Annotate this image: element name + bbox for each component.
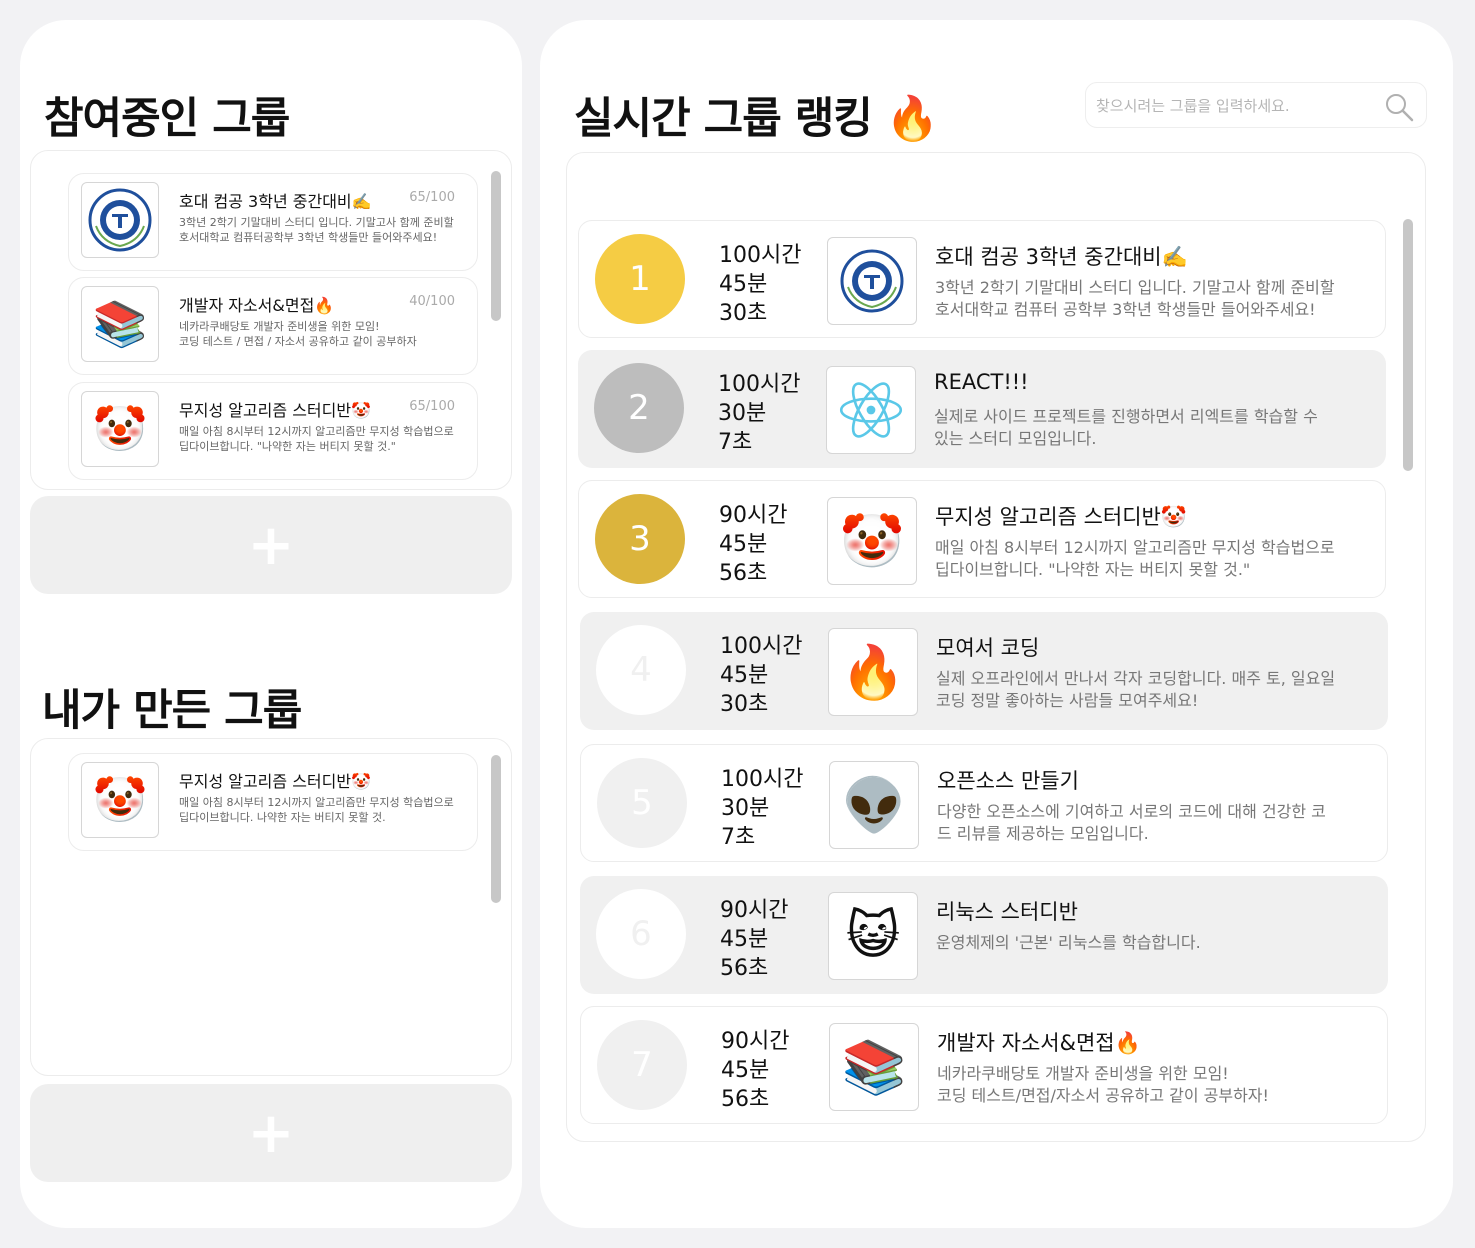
study-time: 100시간 45분 30초 bbox=[719, 243, 802, 326]
list-item[interactable]: 호대 컴공 3학년 중간대비✍️ 65/100 3학년 2학기 기말대비 스터디… bbox=[68, 173, 478, 271]
member-count: 40/100 bbox=[409, 294, 455, 309]
group-name: 무지성 알고리즘 스터디반🤡 bbox=[179, 401, 372, 420]
clown-icon: 🤡 bbox=[81, 391, 159, 467]
ranking-scrollbar[interactable] bbox=[1403, 219, 1413, 471]
cat-icon: 😺 bbox=[828, 892, 918, 980]
group-name: 개발자 자소서&면접🔥 bbox=[937, 1031, 1141, 1055]
group-description: 다양한 오픈소스에 기여하고 서로의 코드에 대해 건강한 코 드 리뷰를 제공… bbox=[937, 802, 1326, 843]
ranking-row-2[interactable]: 2 100시간 30분 7초 REACT!!! 실제로 사이드 프로젝트를 진행… bbox=[578, 350, 1386, 468]
university-emblem-icon bbox=[827, 237, 917, 325]
group-description: 실제로 사이드 프로젝트를 진행하면서 리엑트를 학습할 수 있는 스터디 모임… bbox=[934, 407, 1318, 448]
left-panel: 참여중인 그룹 호대 컴공 3학년 중간대비✍️ 65/100 3학년 2학기 … bbox=[20, 20, 522, 1228]
study-time: 100시간 30분 7초 bbox=[721, 767, 804, 850]
group-name: REACT!!! bbox=[934, 370, 1029, 394]
my-groups-title: 내가 만든 그룹 bbox=[42, 686, 302, 736]
group-description: 네카라쿠배당토 개발자 준비생을 위한 모임! 코딩 테스트/면접/자소서 공유… bbox=[937, 1064, 1269, 1105]
group-description: 매일 아침 8시부터 12시까지 알고리즘만 무지성 학습법으로 딥다이브합니다… bbox=[179, 425, 454, 453]
my-list-scrollbar[interactable] bbox=[491, 755, 501, 903]
joined-groups-list[interactable]: 호대 컴공 3학년 중간대비✍️ 65/100 3학년 2학기 기말대비 스터디… bbox=[30, 150, 512, 490]
group-name: 호대 컴공 3학년 중간대비✍️ bbox=[935, 245, 1188, 269]
react-atom-icon bbox=[826, 366, 916, 454]
study-time: 90시간 45분 56초 bbox=[721, 1029, 790, 1112]
group-name: 오픈소스 만들기 bbox=[937, 769, 1079, 793]
books-icon: 📚 bbox=[81, 286, 159, 362]
fire-icon: 🔥 bbox=[828, 628, 918, 716]
rank-badge: 6 bbox=[596, 889, 686, 979]
group-description: 3학년 2학기 기말대비 스터디 입니다. 기말고사 함께 준비할 호서대학교 … bbox=[179, 216, 454, 244]
group-name: 개발자 자소서&면접🔥 bbox=[179, 296, 335, 315]
group-description: 3학년 2학기 기말대비 스터디 입니다. 기말고사 함께 준비할 호서대학교 … bbox=[935, 278, 1335, 319]
study-time: 90시간 45분 56초 bbox=[720, 898, 789, 981]
ranking-title: 실시간 그룹 랭킹 🔥 bbox=[574, 94, 939, 144]
group-name: 호대 컴공 3학년 중간대비✍️ bbox=[179, 192, 372, 211]
group-description: 매일 아침 8시부터 12시까지 알고리즘만 무지성 학습법으로 딥다이브합니다… bbox=[935, 538, 1335, 579]
books-icon: 📚 bbox=[829, 1023, 919, 1111]
rank-badge: 2 bbox=[594, 363, 684, 453]
group-name: 무지성 알고리즘 스터디반🤡 bbox=[179, 772, 372, 791]
my-groups-list[interactable]: 🤡 무지성 알고리즘 스터디반🤡 매일 아침 8시부터 12시까지 알고리즘만 … bbox=[30, 738, 512, 1076]
study-time: 100시간 30분 7초 bbox=[718, 372, 801, 455]
group-description: 실제 오프라인에서 만나서 각자 코딩합니다. 매주 토, 일요일 코딩 정말 … bbox=[936, 669, 1336, 710]
add-joined-group-button[interactable]: + bbox=[30, 496, 512, 594]
member-count: 65/100 bbox=[409, 190, 455, 205]
list-item[interactable]: 📚 개발자 자소서&면접🔥 40/100 네카라쿠배당토 개발자 준비생을 위한… bbox=[68, 277, 478, 375]
rank-badge: 3 bbox=[595, 494, 685, 584]
group-description: 운영체제의 '근본' 리눅스를 학습합니다. bbox=[936, 933, 1201, 952]
add-my-group-button[interactable]: + bbox=[30, 1084, 512, 1182]
group-name: 모여서 코딩 bbox=[936, 636, 1040, 660]
list-item[interactable]: 🤡 무지성 알고리즘 스터디반🤡 매일 아침 8시부터 12시까지 알고리즘만 … bbox=[68, 753, 478, 851]
search-input[interactable] bbox=[1096, 95, 1376, 117]
ranking-row-6[interactable]: 6 90시간 45분 56초 😺 리눅스 스터디반 운영체제의 '근본' 리눅스… bbox=[580, 876, 1388, 994]
group-name: 리눅스 스터디반 bbox=[936, 900, 1078, 924]
search-icon[interactable] bbox=[1384, 92, 1414, 122]
rank-badge: 5 bbox=[597, 758, 687, 848]
clown-icon: 🤡 bbox=[827, 497, 917, 585]
alien-icon: 👽 bbox=[829, 761, 919, 849]
rank-badge: 4 bbox=[596, 625, 686, 715]
university-emblem-icon bbox=[81, 182, 159, 258]
member-count: 65/100 bbox=[409, 399, 455, 414]
study-time: 90시간 45분 56초 bbox=[719, 503, 788, 586]
rank-badge: 7 bbox=[597, 1020, 687, 1110]
ranking-row-1[interactable]: 1 100시간 45분 30초 호대 컴공 3학년 중간대비✍️ 3학년 2학기… bbox=[578, 220, 1386, 338]
group-description: 매일 아침 8시부터 12시까지 알고리즘만 무지성 학습법으로 딥다이브합니다… bbox=[179, 796, 454, 824]
rank-badge: 1 bbox=[595, 234, 685, 324]
right-panel: 실시간 그룹 랭킹 🔥 1 100시간 45분 30초 호대 컴공 3학년 중간… bbox=[540, 20, 1453, 1228]
search-box[interactable] bbox=[1085, 82, 1427, 128]
study-time: 100시간 45분 30초 bbox=[720, 634, 803, 717]
list-item[interactable]: 🤡 무지성 알고리즘 스터디반🤡 65/100 매일 아침 8시부터 12시까지… bbox=[68, 382, 478, 480]
ranking-row-3[interactable]: 3 90시간 45분 56초 🤡 무지성 알고리즘 스터디반🤡 매일 아침 8시… bbox=[578, 480, 1386, 598]
ranking-row-4[interactable]: 4 100시간 45분 30초 🔥 모여서 코딩 실제 오프라인에서 만나서 각… bbox=[580, 612, 1388, 730]
joined-groups-title: 참여중인 그룹 bbox=[44, 94, 290, 144]
group-name: 무지성 알고리즘 스터디반🤡 bbox=[935, 505, 1188, 529]
ranking-row-7[interactable]: 7 90시간 45분 56초 📚 개발자 자소서&면접🔥 네카라쿠배당토 개발자… bbox=[580, 1006, 1388, 1124]
group-description: 네카라쿠배당토 개발자 준비생을 위한 모임! 코딩 테스트 / 면접 / 자소… bbox=[179, 320, 417, 348]
ranking-row-5[interactable]: 5 100시간 30분 7초 👽 오픈소스 만들기 다양한 오픈소스에 기여하고… bbox=[580, 744, 1388, 862]
joined-list-scrollbar[interactable] bbox=[491, 171, 501, 321]
clown-icon: 🤡 bbox=[81, 762, 159, 838]
